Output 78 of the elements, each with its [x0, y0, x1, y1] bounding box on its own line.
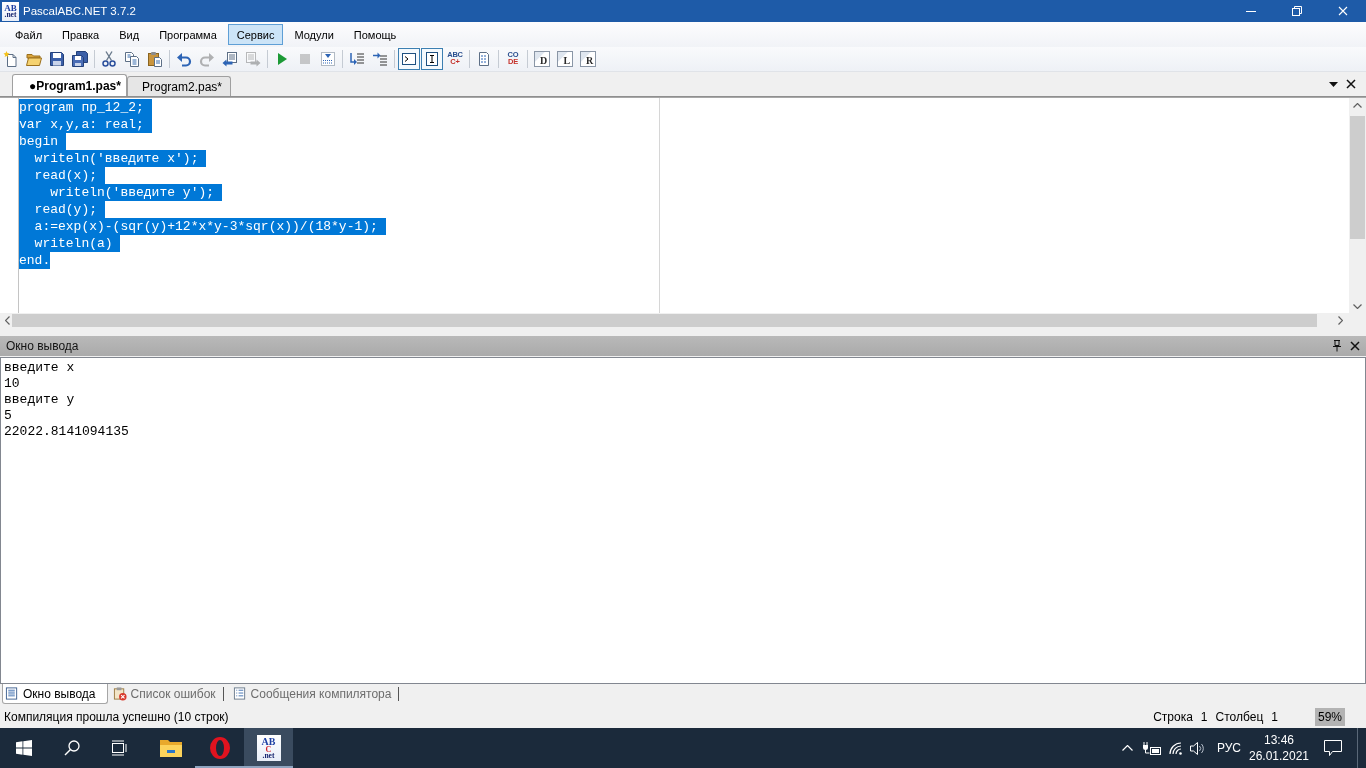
dotted-grid-icon	[320, 51, 336, 67]
ring-icon	[208, 736, 231, 760]
floppy-disks-icon	[72, 51, 88, 67]
toolbar-button[interactable]	[421, 48, 443, 70]
editor-tab[interactable]: ●Program1.pas*	[12, 74, 127, 96]
chevron-up-icon[interactable]	[1121, 745, 1133, 751]
clock-date[interactable]: 26.01.2021	[1248, 748, 1310, 764]
text-cursor-icon	[424, 51, 440, 67]
menu-item[interactable]: Правка	[53, 24, 109, 45]
close-icon[interactable]	[1350, 341, 1360, 351]
output-line: 10	[4, 376, 20, 392]
close-icon	[1338, 6, 1348, 16]
clipboard-icon	[147, 51, 163, 67]
status-label: Строка	[1153, 710, 1193, 724]
zoom-level: 59%	[1314, 708, 1345, 726]
clipboard-error-icon	[112, 686, 127, 701]
menu-item[interactable]: Сервис	[227, 24, 284, 45]
copy-icon	[124, 51, 140, 67]
scroll-left-icon[interactable]	[5, 316, 10, 325]
output-line: введите x	[4, 360, 75, 376]
status-value: 1	[1271, 710, 1278, 724]
scroll-down-icon[interactable]	[1353, 304, 1362, 309]
stop-icon	[297, 51, 313, 67]
dashed-page-icon	[476, 51, 492, 67]
speaker-icon[interactable]	[1190, 740, 1205, 756]
menu-item[interactable]: Модули	[285, 24, 343, 45]
menu-item[interactable]: Программа	[150, 24, 226, 45]
redo-icon	[199, 51, 215, 67]
scroll-up-icon[interactable]	[1353, 103, 1362, 108]
wifi-icon[interactable]	[1168, 741, 1182, 755]
scissors-icon	[101, 51, 117, 67]
dropdown-icon[interactable]	[1329, 81, 1338, 87]
menu-item[interactable]: Вид	[110, 24, 149, 45]
panel-title: Окно вывода	[6, 339, 79, 353]
console-icon	[401, 51, 417, 67]
panel-tab[interactable]: Сообщения компилятора	[229, 684, 397, 704]
windows-logo-icon	[16, 740, 32, 756]
minimize-icon	[1246, 10, 1256, 12]
panel-tab[interactable]: Окно вывода	[2, 684, 108, 704]
notification-icon[interactable]	[1324, 739, 1342, 757]
output-line: введите y	[4, 392, 75, 408]
toolbar-button[interactable]: L	[554, 48, 576, 70]
output-line: 22022.8141094135	[4, 424, 129, 440]
battery-plug-icon[interactable]	[1142, 741, 1161, 755]
task-view-icon	[111, 740, 127, 756]
menu-item[interactable]: Помощь	[344, 24, 406, 45]
status-value: 1	[1200, 710, 1208, 724]
editor-tab[interactable]: Program2.pas*	[126, 76, 231, 96]
clock-time[interactable]: 13:46	[1264, 732, 1294, 748]
list-icon	[232, 686, 247, 701]
undo-icon	[176, 51, 192, 67]
toolbar-button[interactable]	[398, 48, 420, 70]
new-page-icon	[3, 51, 19, 67]
lines-arrow-icon	[349, 51, 365, 67]
scroll-right-icon[interactable]	[1338, 316, 1343, 325]
status-label: Столбец	[1215, 710, 1264, 724]
folder-icon	[158, 738, 183, 758]
scrollbar-thumb[interactable]	[1350, 116, 1365, 239]
toolbar-button[interactable]: D	[531, 48, 553, 70]
toolbar-button[interactable]	[69, 48, 91, 70]
lines-arrow-icon	[372, 51, 388, 67]
page-arrow-left-icon	[222, 51, 238, 67]
restore-icon	[1292, 6, 1302, 16]
toolbar-button[interactable]: R	[577, 48, 599, 70]
page-lines-icon	[5, 686, 19, 701]
panel-tab[interactable]: Список ошибок	[109, 684, 221, 704]
close-icon[interactable]	[1346, 79, 1356, 89]
menu-item[interactable]: Файл	[6, 24, 52, 45]
page-arrow-right-icon	[245, 51, 261, 67]
pin-icon[interactable]	[1332, 340, 1342, 352]
scrollbar-thumb[interactable]	[12, 314, 1317, 327]
status-message: Компиляция прошла успешно (10 строк)	[4, 710, 229, 724]
folder-icon	[26, 51, 42, 67]
search-icon	[64, 740, 80, 756]
output-line: 5	[4, 408, 12, 424]
window-title: PascalABC.NET 3.7.2	[23, 5, 136, 17]
language-indicator[interactable]: РУС	[1217, 741, 1241, 755]
vertical-scrollbar[interactable]	[1349, 98, 1366, 313]
